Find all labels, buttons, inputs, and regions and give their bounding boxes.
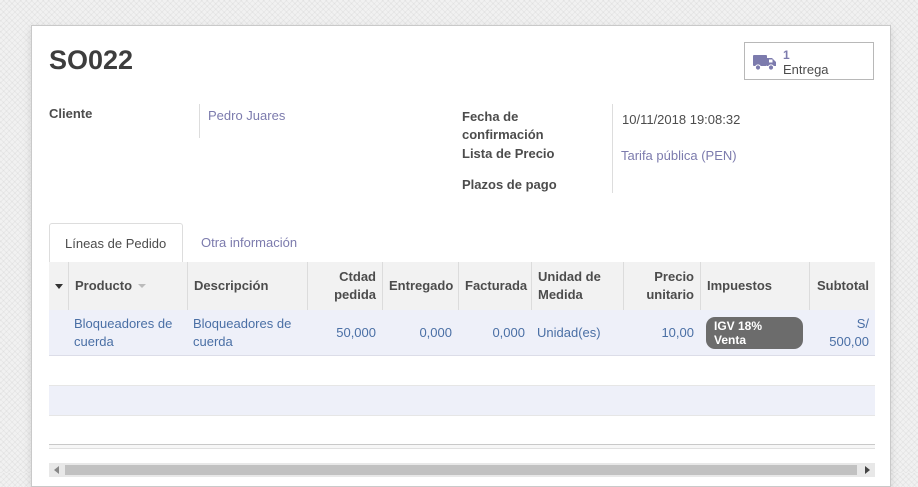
tab-otra-informacion[interactable]: Otra información	[186, 223, 312, 262]
facturada-value: 0,000	[492, 325, 525, 340]
sort-caret-icon	[138, 284, 147, 288]
header-unidad-medida[interactable]: Unidad de Medida	[531, 262, 623, 310]
ctdad-value: 50,000	[336, 325, 376, 340]
header-ctdad-pedida[interactable]: Ctdad pedida	[307, 262, 382, 310]
subtotal-value: S/ 500,00	[829, 316, 869, 349]
header-subtotal[interactable]: Subtotal	[809, 262, 875, 310]
header-producto-label: Producto	[75, 278, 133, 293]
delivery-count: 1	[783, 48, 790, 62]
delivery-smart-button[interactable]: 1 Entrega	[744, 42, 874, 80]
horizontal-scrollbar[interactable]	[49, 463, 875, 477]
table-row-empty	[49, 386, 875, 416]
lista-precio-label: Lista de Precio	[462, 146, 555, 161]
entregado-value: 0,000	[419, 325, 452, 340]
lista-precio-value-link[interactable]: Tarifa pública (PEN)	[621, 148, 737, 163]
truck-icon	[753, 55, 776, 71]
table-row[interactable]: Bloqueadores de cuerda Bloqueadores de c…	[49, 310, 875, 356]
order-lines-table: Producto Descripción Ctdad pedida Entreg…	[49, 262, 875, 452]
column-toggle-button[interactable]	[49, 262, 68, 310]
delivery-label: Entrega	[783, 62, 829, 77]
scrollbar-thumb[interactable]	[65, 465, 857, 475]
tax-badge: IGV 18% Venta	[706, 317, 803, 349]
header-descripcion[interactable]: Descripción	[187, 262, 307, 310]
cell-subtotal[interactable]: S/ 500,00	[809, 310, 875, 356]
cell-producto[interactable]: Bloqueadores de cuerda	[68, 310, 187, 356]
table-footer	[49, 444, 875, 449]
table-row-empty	[49, 356, 875, 386]
header-producto[interactable]: Producto	[68, 262, 187, 310]
header-precio-unitario[interactable]: Precio unitario	[623, 262, 700, 310]
form-sheet: SO022 1 Entrega Cliente Pedro Juares Fec…	[31, 25, 891, 487]
cell-precio[interactable]: 10,00	[623, 310, 700, 356]
cell-descripcion[interactable]: Bloqueadores de cuerda	[187, 310, 307, 356]
precio-value: 10,00	[661, 325, 694, 340]
right-group-separator	[612, 104, 613, 193]
unidad-link[interactable]: Unidad(es)	[537, 324, 601, 342]
fecha-confirmacion-value: 10/11/2018 19:08:32	[622, 112, 741, 127]
header-entregado[interactable]: Entregado	[382, 262, 458, 310]
cell-impuestos[interactable]: IGV 18% Venta	[700, 310, 809, 356]
header-facturada[interactable]: Facturada	[458, 262, 531, 310]
cliente-label: Cliente	[49, 106, 93, 121]
cell-facturada[interactable]: 0,000	[458, 310, 531, 356]
notebook-tabs: Líneas de Pedido Otra información	[49, 223, 875, 262]
cell-unidad[interactable]: Unidad(es)	[531, 310, 623, 356]
order-title: SO022	[49, 45, 134, 75]
cliente-value-link[interactable]: Pedro Juares	[208, 108, 285, 123]
cell-entregado[interactable]: 0,000	[382, 310, 458, 356]
cliente-separator	[199, 104, 200, 138]
descripcion-text: Bloqueadores de cuerda	[193, 316, 292, 349]
caret-down-icon	[54, 283, 63, 289]
tab-lineas-pedido[interactable]: Líneas de Pedido	[49, 223, 183, 262]
producto-link[interactable]: Bloqueadores de cuerda	[74, 315, 181, 351]
header-impuestos[interactable]: Impuestos	[700, 262, 809, 310]
table-header: Producto Descripción Ctdad pedida Entreg…	[49, 262, 875, 311]
fecha-confirmacion-label: Fecha de confirmación	[462, 109, 544, 142]
plazos-pago-label: Plazos de pago	[462, 177, 557, 192]
cell-ctdad[interactable]: 50,000	[307, 310, 382, 356]
